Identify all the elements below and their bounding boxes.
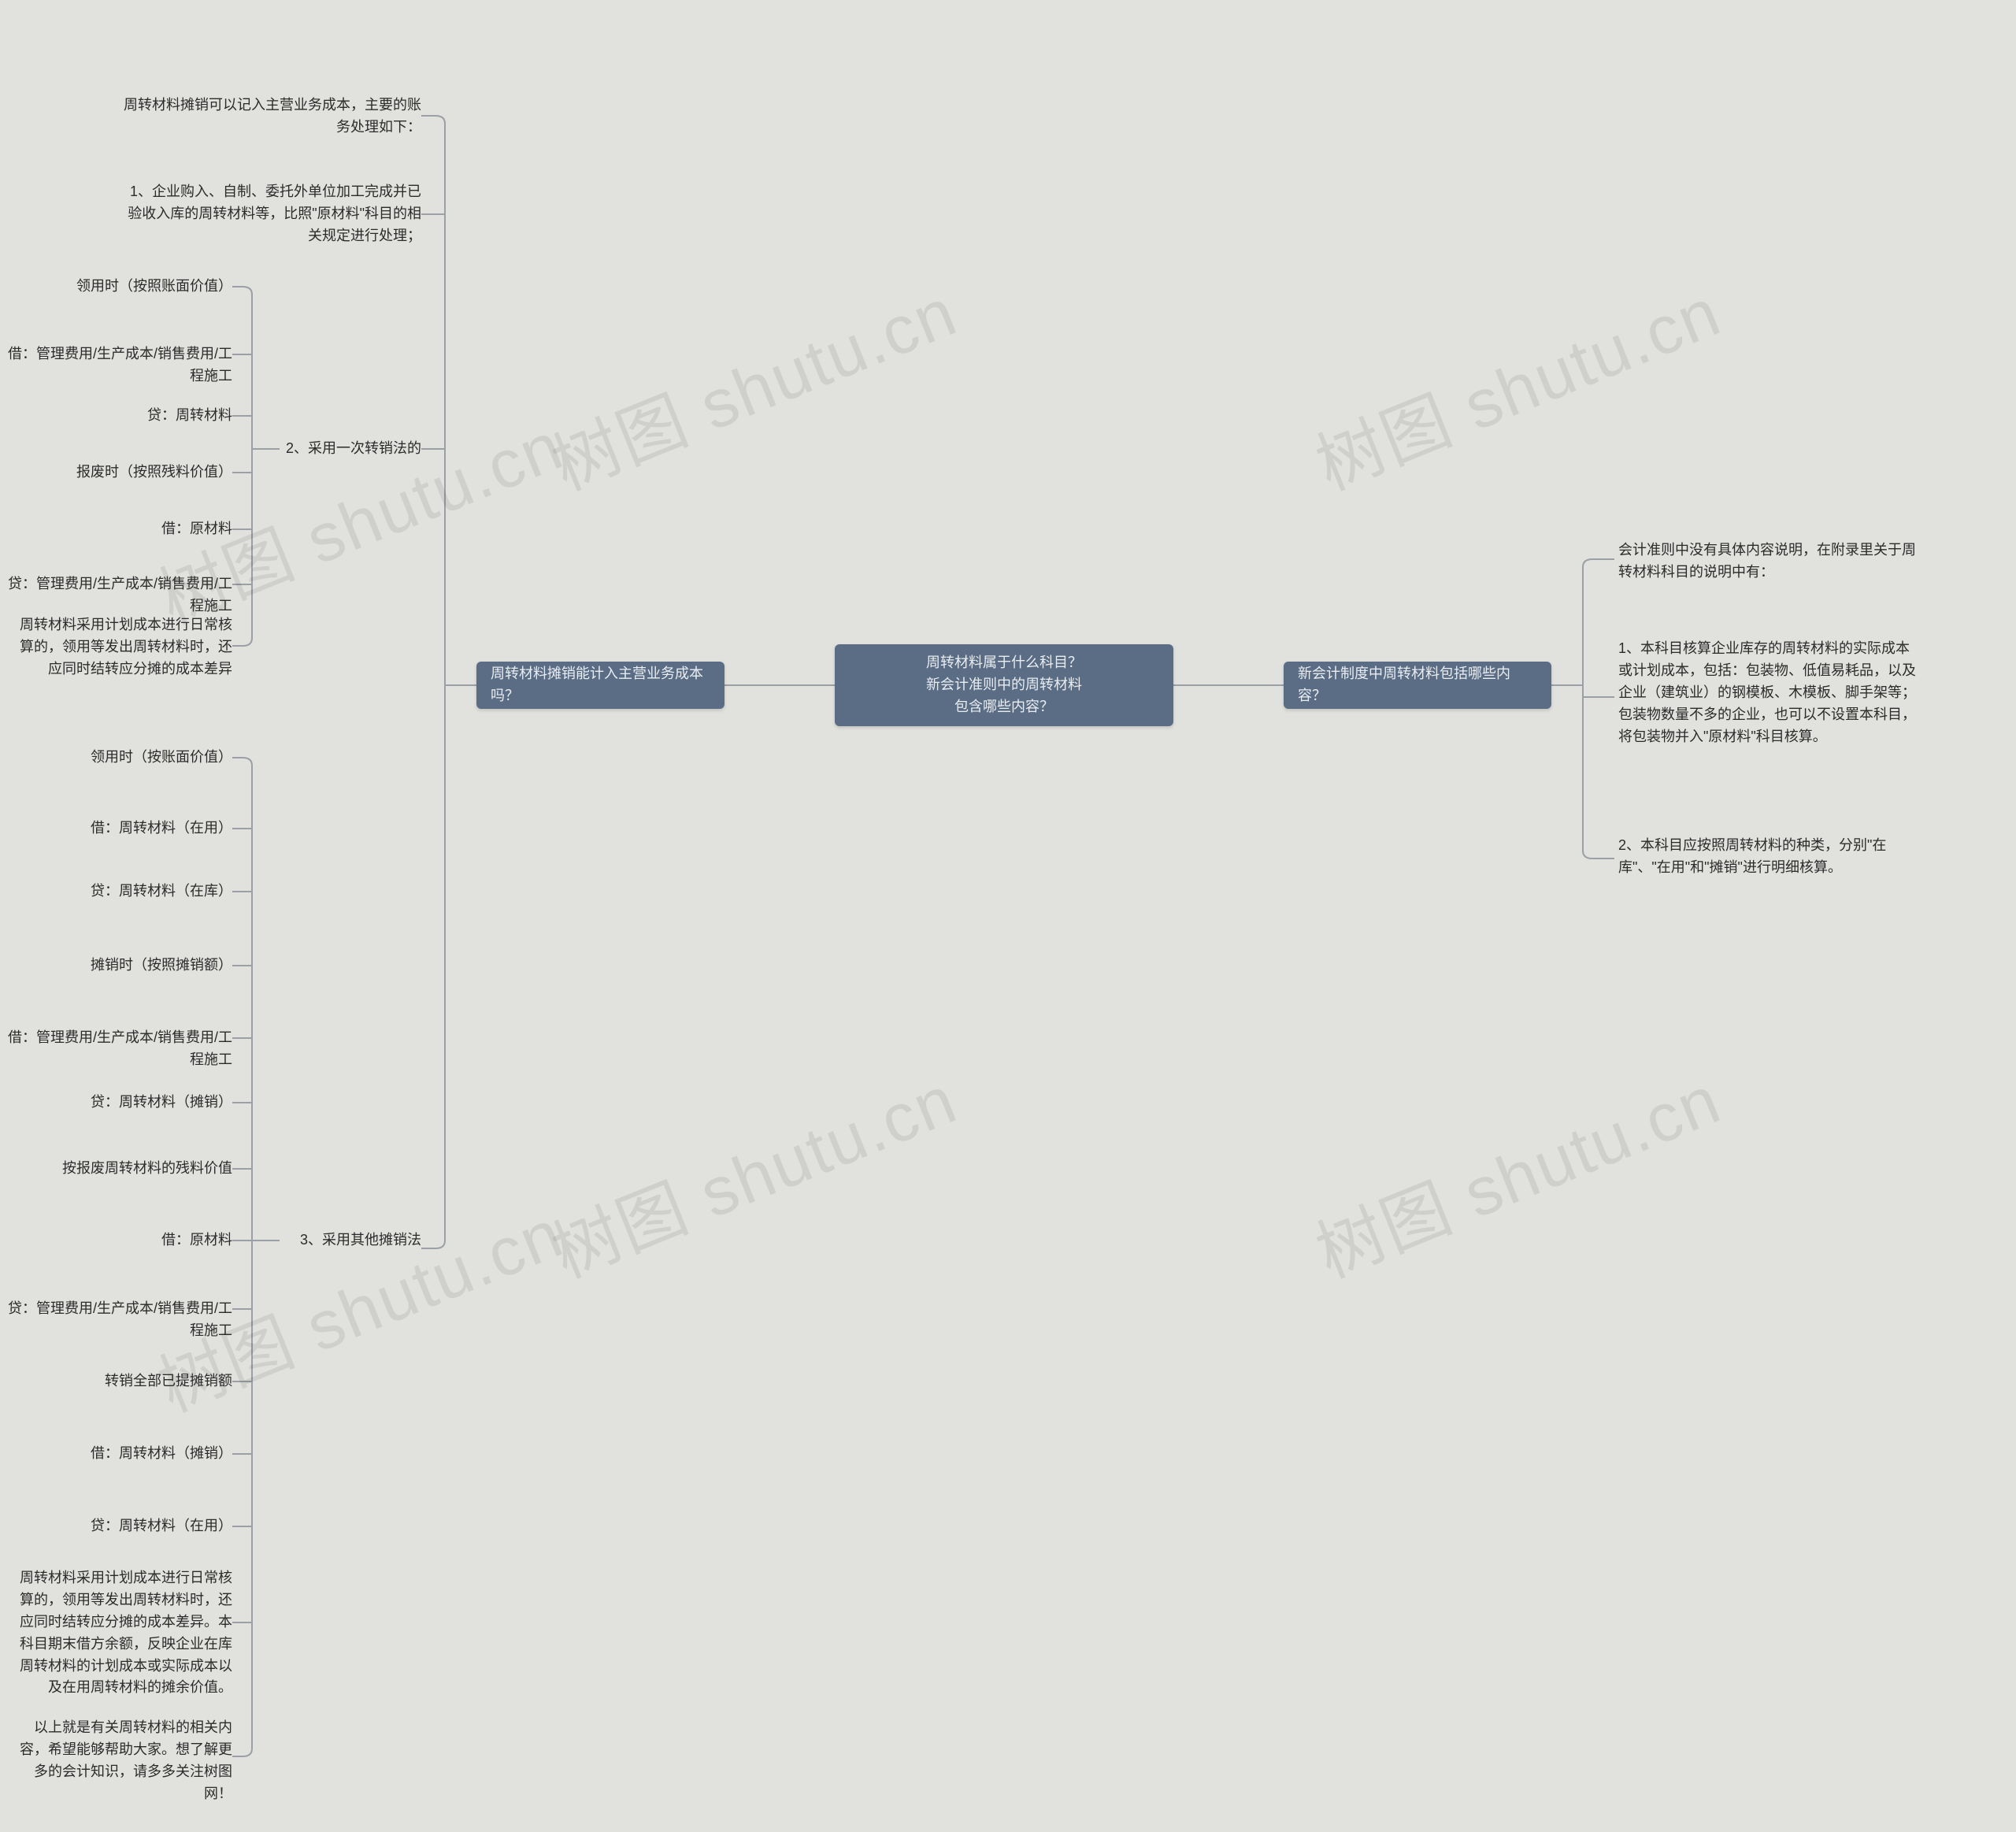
left-m2-item-g: 周转材料采用计划成本进行日常核算的，领用等发出周转材料时，还应同时结转应分摊的成… xyxy=(16,614,232,681)
left-m2-item-a: 领用时（按照账面价值） xyxy=(32,276,232,298)
left-m2-item-e: 借：原材料 xyxy=(32,518,232,540)
watermark: 树图 shutu.cn xyxy=(1299,1045,1732,1296)
left-branch-node[interactable]: 周转材料摊销能计入主营业务成本吗？ xyxy=(476,662,724,709)
left-m2-item-f: 贷：管理费用/生产成本/销售费用/工程施工 xyxy=(0,573,232,617)
root-node[interactable]: 周转材料属于什么科目？ 新会计准则中的周转材料 包含哪些内容？ xyxy=(835,644,1173,726)
left-m3-item-m: 周转材料采用计划成本进行日常核算的，领用等发出周转材料时，还应同时结转应分摊的成… xyxy=(16,1567,232,1699)
left-branch-label: 周转材料摊销能计入主营业务成本吗？ xyxy=(491,663,710,707)
watermark: 树图 shutu.cn xyxy=(536,1045,969,1296)
watermark: 树图 shutu.cn xyxy=(536,258,969,509)
left-method2-title: 2、采用一次转销法的 xyxy=(284,438,421,460)
left-m3-item-d: 摊销时（按照摊销额） xyxy=(32,955,232,977)
left-m2-item-c: 贷：周转材料 xyxy=(32,405,232,427)
right-leaf-intro: 会计准则中没有具体内容说明，在附录里关于周转材料科目的说明中有： xyxy=(1618,540,1918,584)
right-branch-node[interactable]: 新会计制度中周转材料包括哪些内容？ xyxy=(1284,662,1551,709)
left-m3-item-h: 借：原材料 xyxy=(32,1229,232,1252)
mindmap-connectors xyxy=(0,0,2016,1832)
right-branch-label: 新会计制度中周转材料包括哪些内容？ xyxy=(1298,663,1537,707)
left-m3-item-k: 借：周转材料（摊销） xyxy=(32,1443,232,1465)
left-intro-1: 周转材料摊销可以记入主营业务成本，主要的账务处理如下： xyxy=(118,95,421,139)
left-m3-item-b: 借：周转材料（在用） xyxy=(32,818,232,840)
left-m2-item-b: 借：管理费用/生产成本/销售费用/工程施工 xyxy=(0,343,232,388)
right-leaf-item-1: 1、本科目核算企业库存的周转材料的实际成本或计划成本，包括：包装物、低值易耗品，… xyxy=(1618,638,1918,747)
left-m3-item-j: 转销全部已提摊销额 xyxy=(32,1370,232,1393)
left-m3-item-e: 借：管理费用/生产成本/销售费用/工程施工 xyxy=(0,1027,232,1071)
left-m3-item-c: 贷：周转材料（在库） xyxy=(32,881,232,903)
left-m3-item-g: 按报废周转材料的残料价值 xyxy=(32,1158,232,1180)
left-m3-item-f: 贷：周转材料（摊销） xyxy=(32,1092,232,1114)
left-intro-2: 1、企业购入、自制、委托外单位加工完成并已验收入库的周转材料等，比照"原材料"科… xyxy=(118,181,421,247)
left-method3-title: 3、采用其他摊销法 xyxy=(284,1229,421,1252)
root-title: 周转材料属于什么科目？ 新会计准则中的周转材料 包含哪些内容？ xyxy=(926,652,1082,718)
watermark: 树图 shutu.cn xyxy=(1299,258,1732,509)
left-m3-item-a: 领用时（按账面价值） xyxy=(32,747,232,769)
left-m3-item-n: 以上就是有关周转材料的相关内容，希望能够帮助大家。想了解更多的会计知识，请多多关… xyxy=(16,1717,232,1805)
left-m3-item-i: 贷：管理费用/生产成本/销售费用/工程施工 xyxy=(0,1298,232,1342)
left-m2-item-d: 报废时（按照残料价值） xyxy=(32,462,232,484)
left-m3-item-l: 贷：周转材料（在用） xyxy=(32,1515,232,1537)
right-leaf-item-2: 2、本科目应按照周转材料的种类，分别"在库"、"在用"和"摊销"进行明细核算。 xyxy=(1618,835,1918,879)
